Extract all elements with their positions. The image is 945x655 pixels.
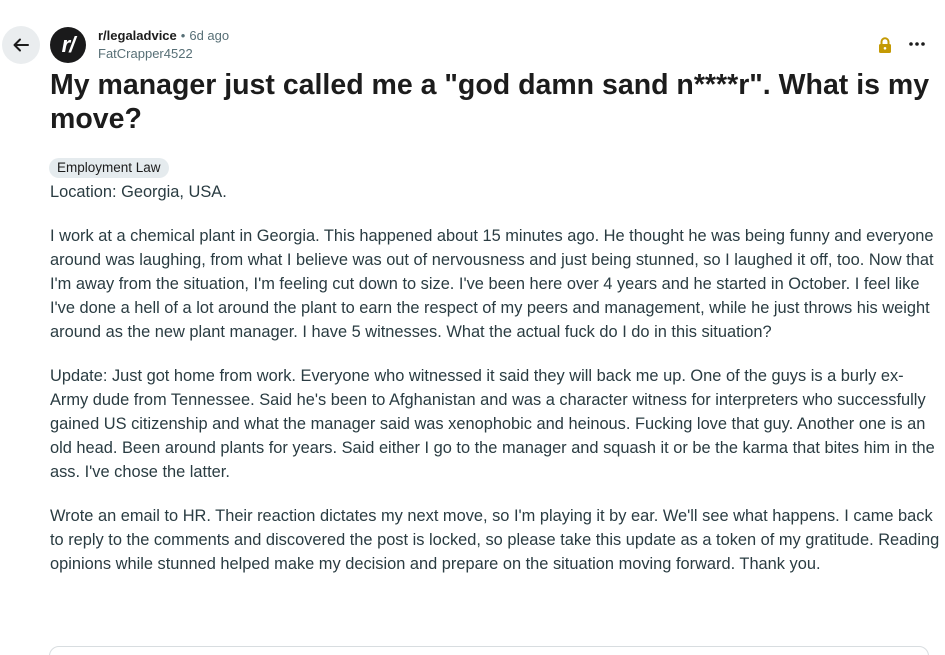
post-paragraph: Wrote an email to HR. Their reaction dic… xyxy=(50,507,940,573)
subreddit-link[interactable]: r/legaladvice xyxy=(98,27,177,45)
post-paragraph: I work at a chemical plant in Georgia. T… xyxy=(50,227,934,341)
comment-box[interactable] xyxy=(49,646,929,655)
lock-icon xyxy=(879,37,891,53)
more-options-button[interactable] xyxy=(906,34,928,54)
post-title: My manager just called me a "god damn sa… xyxy=(50,69,930,135)
more-options-icon xyxy=(909,42,925,46)
author-link[interactable]: FatCrapper4522 xyxy=(98,45,229,63)
post-flair[interactable]: Employment Law xyxy=(49,158,169,178)
post-page: r/ r/legaladvice • 6d ago FatCrapper4522… xyxy=(0,0,945,655)
post-paragraph: Update: Just got home from work. Everyon… xyxy=(50,367,935,481)
subreddit-avatar[interactable]: r/ xyxy=(50,27,86,63)
post-location: Location: Georgia, USA. xyxy=(50,183,227,201)
post-body: Location: Georgia, USA. I work at a chem… xyxy=(50,180,940,596)
post-time: 6d ago xyxy=(189,28,230,43)
back-button[interactable] xyxy=(2,26,40,64)
arrow-left-icon xyxy=(13,38,29,52)
meta-separator: • xyxy=(180,28,186,43)
avatar-text: r/ xyxy=(61,32,76,57)
post-meta: r/legaladvice • 6d ago FatCrapper4522 xyxy=(98,27,229,63)
